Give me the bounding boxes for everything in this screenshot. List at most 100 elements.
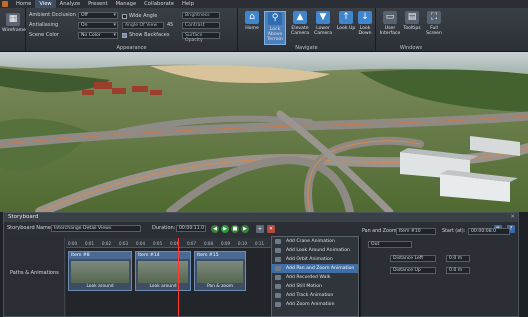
ruler-tick: 0:03 — [119, 241, 128, 246]
zoom-icon — [275, 302, 281, 307]
wide-angle-row: Wide Angle — [122, 12, 157, 20]
play-icon[interactable]: ▶ — [221, 225, 229, 233]
distance-up-select[interactable]: Distance Up — [390, 267, 436, 274]
playhead[interactable] — [178, 238, 179, 316]
animation-clip[interactable]: Item #8 Look around — [68, 251, 132, 291]
windows-group-label: Windows — [399, 45, 423, 51]
wireframe-button[interactable]: ▦ Wireframe — [2, 13, 26, 47]
ambient-occlusion-label: Ambient Occlusion — [29, 12, 76, 18]
stop-icon[interactable]: ■ — [231, 225, 239, 233]
menu-item-pan-zoom[interactable]: Add Pan and Zoom Animation — [272, 264, 358, 273]
distance-left-input[interactable]: 0.0 m — [446, 255, 470, 262]
menu-present[interactable]: Present — [84, 0, 111, 8]
clip-thumbnail — [71, 261, 129, 283]
menu-view[interactable]: View — [35, 0, 56, 8]
look-down-button[interactable]: ↓ Look Down — [354, 11, 376, 45]
angle-of-view-field[interactable]: Angle Of View — [122, 22, 164, 29]
timeline-ruler[interactable]: 0:00 0:01 0:02 0:03 0:04 0:05 0:06 0:07 … — [66, 238, 271, 248]
ruler-tick: 0:07 — [187, 241, 196, 246]
duration-input[interactable]: 00:00:11.0 — [176, 225, 206, 232]
3d-viewport[interactable] — [0, 52, 528, 212]
crane-icon — [275, 239, 281, 244]
show-backfaces-row: Show Backfaces — [122, 31, 169, 39]
timeline[interactable]: 0:00 0:01 0:02 0:03 0:04 0:05 0:06 0:07 … — [66, 238, 271, 316]
menu-item-orbit[interactable]: Add Orbit Animation — [272, 255, 358, 264]
menu-analyze[interactable]: Analyze — [56, 0, 84, 8]
add-animation-menu: Add Crane Animation Add Look Around Anim… — [271, 236, 359, 317]
clip-caption: Pan & zoom — [206, 284, 234, 289]
tooltips-icon: ▤ — [405, 11, 419, 24]
tooltips-label: Tooltips — [403, 26, 421, 31]
application-menu-button[interactable] — [2, 1, 8, 7]
clip-thumbnail — [138, 261, 188, 283]
ambient-occlusion-row: Ambient Occlusion — [29, 11, 76, 19]
lower-camera-button[interactable]: ▼ Lower Camera — [312, 11, 334, 45]
tooltips-button[interactable]: ▤ Tooltips — [401, 11, 423, 45]
menu-item-still-motion[interactable]: Add Still Motion — [272, 282, 358, 291]
menu-item-zoom[interactable]: Add Zoom Animation — [272, 300, 358, 309]
lower-camera-label: Lower Camera — [313, 26, 333, 36]
clip-header: Item #14 — [136, 252, 190, 259]
menu-item-label: Add Pan and Zoom Animation — [286, 266, 355, 271]
start-at-input[interactable]: 00:00:08.0 — [468, 228, 510, 235]
menu-collaborate[interactable]: Collaborate — [140, 0, 178, 8]
look-up-icon: ↑ — [339, 11, 353, 24]
show-backfaces-checkbox[interactable] — [122, 32, 127, 38]
distance-up-input[interactable]: 0.0 m — [446, 267, 470, 274]
menu-manage[interactable]: Manage — [112, 0, 141, 8]
menu-help[interactable]: Help — [178, 0, 198, 8]
storyboard-name-label: Storyboard Name: — [7, 225, 53, 231]
scene-color-row: Scene Color — [29, 31, 59, 39]
ruler-tick: 0:01 — [85, 241, 94, 246]
contrast-field[interactable]: Contrast — [182, 22, 220, 29]
scene-color-select[interactable]: No Color — [78, 32, 118, 39]
clip-header: Item #15 — [195, 252, 245, 259]
menu-item-label: Add Track Animation — [286, 293, 334, 298]
home-view-button[interactable]: ⌂ Home — [241, 11, 263, 45]
brightness-field[interactable]: Brightness — [182, 12, 220, 19]
storyboard-name-input[interactable]: Interchange Detail Views — [51, 225, 141, 232]
home-view-label: Home — [245, 26, 259, 31]
animation-clip[interactable]: Item #15 Pan & zoom — [194, 251, 246, 291]
antialiasing-select[interactable]: On — [78, 22, 118, 29]
start-at-label: Start (at): — [442, 229, 466, 234]
storyboard-panel: Storyboard ✕ Storyboard Name: Interchang… — [3, 212, 519, 317]
menu-item-crane[interactable]: Add Crane Animation — [272, 237, 358, 246]
ambient-occlusion-select[interactable]: Off — [78, 12, 118, 19]
animation-properties-panel: Pan and Zoom: Item #10 Start (at): 00:00… — [360, 227, 518, 317]
surface-opacity-field[interactable]: Surface Opacity — [182, 32, 220, 43]
user-interface-label: User Interface — [379, 26, 401, 36]
menu-item-label: Add Crane Animation — [286, 239, 335, 244]
lower-camera-icon: ▼ — [316, 11, 330, 24]
add-animation-icon[interactable]: + — [256, 225, 264, 233]
menu-home[interactable]: Home — [12, 0, 35, 8]
ruler-tick: 0:04 — [136, 241, 145, 246]
menu-item-look-around[interactable]: Add Look Around Animation — [272, 246, 358, 255]
look-down-icon: ↓ — [358, 11, 372, 24]
menu-item-label: Add Orbit Animation — [286, 257, 333, 262]
wireframe-icon: ▦ — [6, 13, 20, 26]
wide-angle-label: Wide Angle — [129, 13, 158, 19]
animation-clip[interactable]: Item #14 Look around — [135, 251, 191, 291]
clip-caption: Look around — [86, 284, 114, 289]
scene-color-label: Scene Color — [29, 32, 59, 38]
lock-above-terrain-button[interactable]: ⚲ Lock Above Terrain — [264, 11, 286, 45]
wide-angle-checkbox[interactable] — [122, 13, 127, 19]
menu-item-track[interactable]: Add Track Animation — [272, 291, 358, 300]
full-screen-button[interactable]: ⛶ Full Screen — [423, 11, 445, 45]
ruler-tick: 0:11 — [255, 241, 264, 246]
distance-left-select[interactable]: Distance Left — [390, 255, 436, 262]
forward-icon[interactable]: ▶ — [241, 225, 249, 233]
ruler-tick: 0:05 — [153, 241, 162, 246]
properties-item-input[interactable]: Item #10 — [396, 228, 436, 235]
elevate-camera-button[interactable]: ▲ Elevate Camera — [289, 11, 311, 45]
delete-animation-icon[interactable]: ✕ — [267, 225, 275, 233]
lock-terrain-icon: ⚲ — [268, 12, 282, 25]
easing-select[interactable]: Out — [368, 241, 412, 248]
rewind-icon[interactable]: ◀ — [211, 225, 219, 233]
menu-item-label: Add Look Around Animation — [286, 248, 350, 253]
orbit-icon — [275, 257, 281, 262]
menu-item-recorded-walk[interactable]: Add Recorded Walk — [272, 273, 358, 282]
user-interface-button[interactable]: ▭ User Interface — [379, 11, 401, 45]
close-icon[interactable]: ✕ — [510, 213, 515, 222]
